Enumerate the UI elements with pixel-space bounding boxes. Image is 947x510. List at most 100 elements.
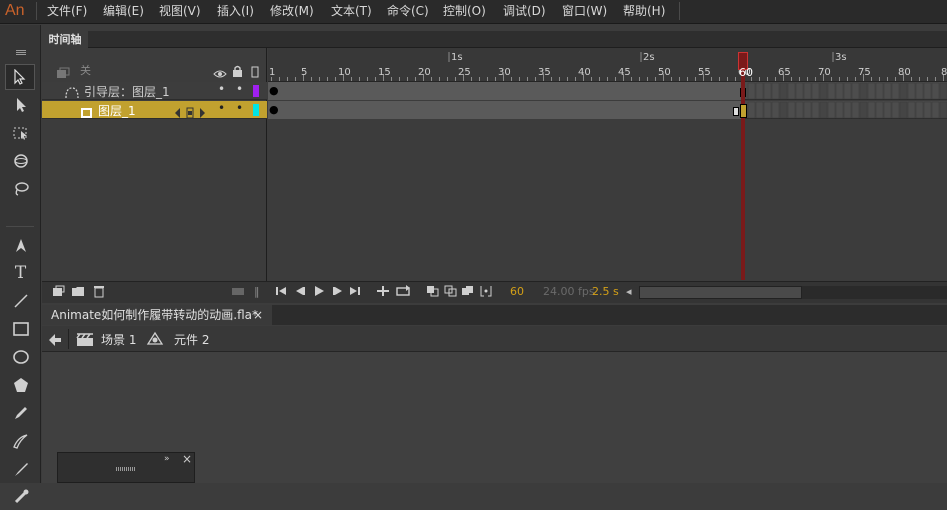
- visibility-dot[interactable]: •: [218, 82, 225, 96]
- ruler-frame-label: 65: [778, 67, 791, 78]
- subselection-tool-icon[interactable]: [0, 92, 41, 118]
- layer-name[interactable]: 引导层：图层_1: [84, 83, 170, 100]
- new-layer-icon[interactable]: [52, 285, 65, 300]
- eye-icon[interactable]: [213, 64, 227, 83]
- breadcrumb-symbol[interactable]: 元件 2: [174, 331, 209, 348]
- go-to-first-frame-icon[interactable]: [275, 285, 287, 300]
- toolbar-divider: [6, 226, 34, 227]
- lock-dot[interactable]: •: [236, 82, 243, 96]
- menu-modify[interactable]: 修改(M): [270, 0, 314, 22]
- frame-cells: [268, 82, 947, 119]
- keyframe-dot[interactable]: ●: [269, 85, 279, 96]
- layer-color-swatch[interactable]: [253, 85, 259, 97]
- lock-layers-icon[interactable]: [231, 285, 245, 300]
- layer-name[interactable]: 图层_1: [98, 102, 136, 119]
- floating-panel: » ×: [57, 452, 195, 483]
- selection-tool-icon[interactable]: [5, 64, 35, 90]
- menu-edit[interactable]: 编辑(E): [103, 0, 144, 22]
- loop-icon[interactable]: [395, 285, 411, 300]
- pencil-tool-icon[interactable]: [0, 400, 41, 426]
- ruler-second-label: 3s: [835, 52, 847, 63]
- onion-skin-outlines-icon[interactable]: [444, 285, 458, 300]
- polystar-tool-icon[interactable]: [0, 372, 41, 398]
- breadcrumb-scene[interactable]: 场景 1: [101, 331, 136, 348]
- layer-color-swatch[interactable]: [253, 104, 259, 116]
- paint-brush-tool-icon[interactable]: [0, 456, 41, 482]
- ruler-second-label: 2s: [643, 52, 655, 63]
- playhead-frame-label: 60: [739, 66, 753, 79]
- tab-timeline[interactable]: 时间轴: [42, 31, 88, 48]
- modify-markers-icon[interactable]: [479, 285, 493, 300]
- menu-commands[interactable]: 命令(C): [387, 0, 429, 22]
- menu-bar: An 文件(F) 编辑(E) 视图(V) 插入(I) 修改(M) 文本(T) 命…: [0, 0, 947, 24]
- menu-text[interactable]: 文本(T): [331, 0, 372, 22]
- edit-multiple-frames-icon[interactable]: [461, 285, 475, 300]
- menu-file[interactable]: 文件(F): [47, 0, 87, 22]
- keyframe-dot[interactable]: ●: [269, 104, 279, 115]
- timeline-scrollbar-track[interactable]: [802, 286, 947, 299]
- toolbar-grip-icon: [14, 42, 28, 55]
- play-icon[interactable]: [313, 285, 325, 300]
- onion-skin-icon[interactable]: [426, 285, 440, 300]
- elapsed-time-field[interactable]: 2.5 s: [592, 285, 619, 298]
- step-forward-icon[interactable]: [332, 285, 344, 300]
- back-arrow-icon[interactable]: [48, 332, 62, 351]
- layer-edit-arrows-icon[interactable]: [174, 104, 208, 123]
- end-frame-marker[interactable]: [733, 107, 739, 116]
- delete-layer-icon[interactable]: [93, 285, 105, 301]
- new-folder-icon[interactable]: [71, 285, 85, 300]
- ruler-frame-label: 5: [301, 67, 307, 78]
- selected-frame[interactable]: [740, 104, 747, 118]
- close-panel-icon[interactable]: ×: [182, 452, 192, 466]
- layer-header-label: 关: [80, 64, 91, 77]
- document-tab[interactable]: Animate如何制作履带转动的动画.fla* ×: [42, 305, 272, 325]
- panel-grip-icon[interactable]: [116, 467, 136, 471]
- menu-window[interactable]: 窗口(W): [562, 0, 607, 22]
- lock-dot[interactable]: •: [236, 101, 243, 115]
- menu-insert[interactable]: 插入(I): [217, 0, 254, 22]
- visibility-dot[interactable]: •: [218, 101, 225, 115]
- ruler-frame-label: 80: [898, 67, 911, 78]
- free-transform-tool-icon[interactable]: [0, 120, 41, 146]
- lasso-tool-icon[interactable]: [0, 176, 41, 202]
- current-frame-field[interactable]: 60: [510, 285, 524, 298]
- edit-bar: 场景 1 元件 2: [42, 326, 947, 352]
- timeline-scrollbar-thumb[interactable]: [639, 286, 802, 299]
- lock-icon[interactable]: [232, 62, 243, 81]
- oval-tool-icon[interactable]: [0, 344, 41, 370]
- go-to-last-frame-icon[interactable]: [349, 285, 361, 300]
- line-tool-icon[interactable]: [0, 288, 41, 314]
- menu-view[interactable]: 视图(V): [159, 0, 201, 22]
- bone-tool-icon[interactable]: [0, 484, 41, 510]
- step-back-icon[interactable]: [294, 285, 306, 300]
- close-tab-button[interactable]: ×: [253, 305, 263, 325]
- app-logo: An: [5, 2, 25, 19]
- layer-row-guide[interactable]: 引导层：图层_1 • •: [42, 82, 267, 100]
- layer-row-selected[interactable]: 图层_1 • •: [42, 101, 267, 119]
- text-tool-icon[interactable]: T: [0, 260, 41, 286]
- playhead-line[interactable]: [741, 70, 745, 280]
- pen-tool-icon[interactable]: [0, 232, 41, 258]
- ruler-frame-label: 8: [941, 67, 947, 78]
- timeline-ruler[interactable]: 1510152025303540455055606570758081s2s3s: [268, 48, 947, 82]
- brush-tool-icon[interactable]: [0, 428, 41, 454]
- scroll-left-icon[interactable]: ◂: [626, 285, 632, 298]
- frame-rate-field[interactable]: 24.00 fps: [543, 285, 595, 298]
- menu-separator: [36, 2, 37, 20]
- ruler-second-label: 1s: [451, 52, 463, 63]
- expand-panel-icon[interactable]: »: [164, 454, 170, 464]
- rectangle-tool-icon[interactable]: [0, 316, 41, 342]
- menu-control[interactable]: 控制(O): [443, 0, 486, 22]
- center-frame-icon[interactable]: [376, 285, 390, 300]
- scene-icon: [76, 332, 94, 351]
- menu-separator: [679, 2, 680, 20]
- ruler-frame-label: 55: [698, 67, 711, 78]
- menu-help[interactable]: 帮助(H): [623, 0, 665, 22]
- 3d-rotation-tool-icon[interactable]: [0, 148, 41, 174]
- panel-grip-icon[interactable]: ‖: [254, 285, 260, 298]
- outline-icon[interactable]: [251, 63, 259, 82]
- show-all-layers-icon[interactable]: [56, 64, 70, 78]
- document-tab-title[interactable]: Animate如何制作履带转动的动画.fla*: [51, 308, 258, 322]
- timeline-header: [42, 31, 947, 48]
- menu-debug[interactable]: 调试(D): [503, 0, 546, 22]
